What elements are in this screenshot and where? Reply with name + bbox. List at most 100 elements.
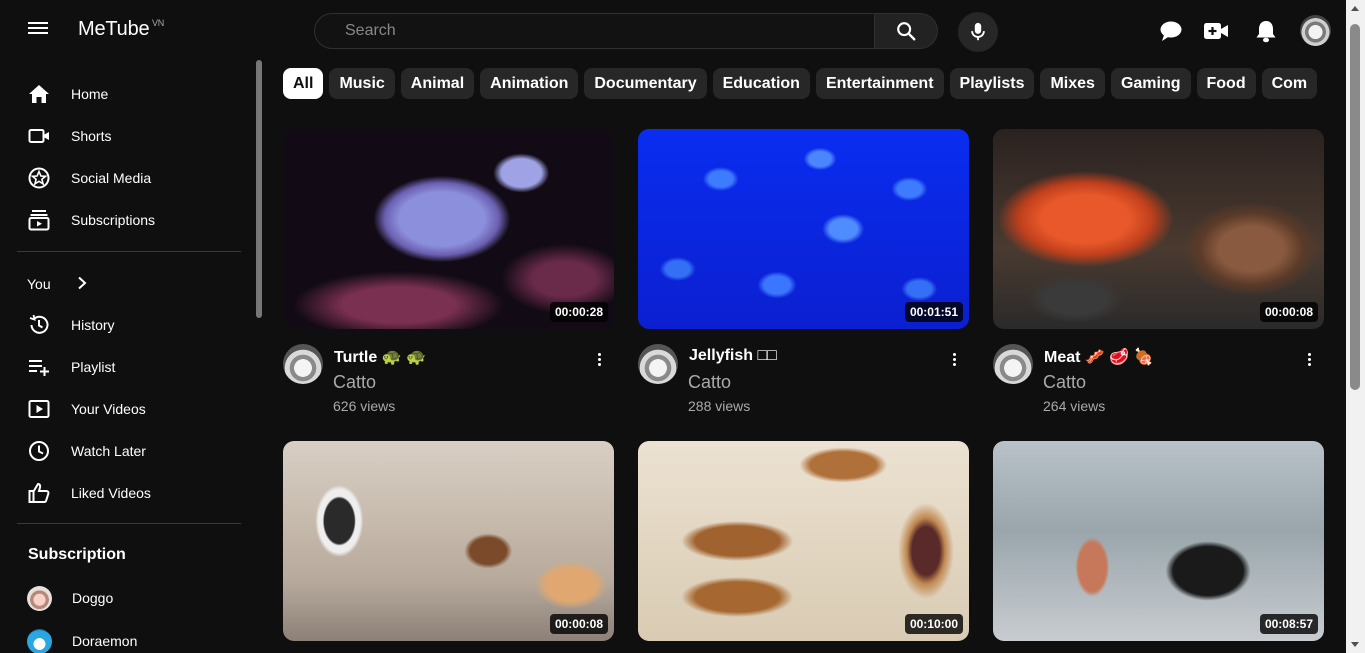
clock-icon bbox=[28, 440, 50, 462]
video-duration: 00:00:08 bbox=[549, 614, 608, 634]
chip-animation[interactable]: Animation bbox=[480, 68, 579, 99]
subscription-item-doraemon[interactable]: Doraemon bbox=[0, 621, 241, 653]
voice-search-button[interactable] bbox=[958, 12, 998, 52]
sidebar-item-history[interactable]: History bbox=[0, 304, 241, 346]
chat-icon bbox=[1160, 21, 1182, 41]
scroll-up-icon[interactable] bbox=[1351, 6, 1359, 11]
create-video-button[interactable] bbox=[1203, 18, 1229, 44]
app-logo[interactable]: MeTube VN bbox=[78, 18, 164, 41]
sidebar-item-social-media[interactable]: Social Media bbox=[0, 157, 241, 199]
playlist-add-icon bbox=[28, 356, 50, 378]
sidebar-item-shorts[interactable]: Shorts bbox=[0, 115, 241, 157]
sidebar-item-label: Home bbox=[71, 86, 109, 102]
category-chips: All Music Animal Animation Documentary Educat… bbox=[283, 68, 1346, 100]
chip-animal[interactable]: Animal bbox=[400, 68, 475, 99]
video-duration: 00:08:57 bbox=[1259, 614, 1318, 634]
video-duration: 00:01:51 bbox=[904, 302, 963, 322]
search-input[interactable] bbox=[314, 13, 875, 49]
channel-avatar[interactable] bbox=[638, 344, 678, 384]
chip-playlists[interactable]: Playlists bbox=[949, 68, 1035, 99]
channel-name[interactable]: Catto bbox=[333, 372, 376, 393]
channel-name[interactable]: Catto bbox=[1043, 372, 1086, 393]
channel-avatar[interactable] bbox=[283, 344, 323, 384]
video-card: 00:01:51 Jellyfish □□ Catto 288 views bbox=[638, 129, 969, 419]
sidebar-item-label: Subscriptions bbox=[71, 212, 156, 228]
video-thumbnail[interactable]: 00:10:00 bbox=[638, 441, 969, 641]
page-scrollbar[interactable] bbox=[1346, 0, 1365, 653]
sidebar-item-playlist[interactable]: Playlist bbox=[0, 346, 241, 388]
sidebar-item-home[interactable]: Home bbox=[0, 73, 241, 115]
sidebar-item-liked-videos[interactable]: Liked Videos bbox=[0, 472, 241, 514]
subscriptions-icon bbox=[28, 209, 50, 231]
more-options-icon[interactable] bbox=[947, 350, 961, 368]
subscription-label: Doggo bbox=[72, 590, 114, 606]
video-thumbnail[interactable]: 00:08:57 bbox=[993, 441, 1324, 641]
video-card: 00:00:08 bbox=[283, 441, 614, 641]
star-icon bbox=[28, 167, 50, 189]
history-icon bbox=[28, 314, 50, 336]
video-thumbnail[interactable]: 00:00:28 bbox=[283, 129, 614, 329]
home-icon bbox=[28, 83, 50, 105]
sidebar-you-section[interactable]: You bbox=[27, 274, 87, 294]
chip-education[interactable]: Education bbox=[712, 68, 810, 99]
sidebar-item-your-videos[interactable]: Your Videos bbox=[0, 388, 241, 430]
chip-entertainment[interactable]: Entertainment bbox=[815, 68, 944, 99]
chip-documentary[interactable]: Documentary bbox=[584, 68, 707, 99]
more-options-icon[interactable] bbox=[1302, 350, 1316, 368]
view-count: 626 views bbox=[333, 398, 396, 414]
search-bar bbox=[314, 13, 938, 49]
video-title[interactable]: Meat 🥓 🥩 🍖 bbox=[1044, 347, 1154, 367]
scrollbar-thumb[interactable] bbox=[1350, 24, 1360, 390]
sidebar-scrollbar[interactable] bbox=[256, 60, 262, 318]
sidebar-item-label: History bbox=[71, 317, 115, 333]
top-header: MeTube VN bbox=[0, 0, 1346, 60]
chip-all[interactable]: All bbox=[283, 68, 324, 99]
subscription-label: Doraemon bbox=[72, 633, 138, 649]
notifications-button[interactable] bbox=[1253, 18, 1279, 44]
video-thumbnail[interactable]: 00:00:08 bbox=[283, 441, 614, 641]
sidebar-item-watch-later[interactable]: Watch Later bbox=[0, 430, 241, 472]
video-title[interactable]: Turtle 🐢 🐢 bbox=[334, 347, 426, 367]
shorts-icon bbox=[28, 125, 50, 147]
channel-avatar bbox=[27, 585, 52, 611]
logo-superscript: VN bbox=[152, 18, 165, 28]
more-options-icon[interactable] bbox=[592, 350, 606, 368]
sidebar-item-label: Watch Later bbox=[71, 443, 146, 459]
chip-mixes[interactable]: Mixes bbox=[1040, 68, 1105, 99]
sidebar-item-label: Liked Videos bbox=[71, 485, 151, 501]
user-avatar[interactable] bbox=[1300, 15, 1331, 46]
menu-icon[interactable] bbox=[26, 19, 50, 43]
subscription-item-doggo[interactable]: Doggo bbox=[0, 578, 241, 618]
channel-avatar[interactable] bbox=[993, 344, 1033, 384]
sidebar-item-subscriptions[interactable]: Subscriptions bbox=[0, 199, 241, 241]
create-video-icon bbox=[1204, 23, 1228, 39]
video-card: 00:00:08 Meat 🥓 🥩 🍖 Catto 264 views bbox=[993, 129, 1324, 419]
video-title[interactable]: Jellyfish □□ bbox=[689, 347, 777, 365]
video-card: 00:08:57 bbox=[993, 441, 1324, 641]
chip-music[interactable]: Music bbox=[329, 68, 395, 99]
sidebar-item-label: Shorts bbox=[71, 128, 112, 144]
chip-gaming[interactable]: Gaming bbox=[1110, 68, 1191, 99]
video-duration: 00:10:00 bbox=[904, 614, 963, 634]
sidebar-item-label: Social Media bbox=[71, 170, 152, 186]
search-icon bbox=[897, 22, 916, 41]
chevron-right-icon bbox=[77, 276, 87, 295]
bell-icon bbox=[1256, 21, 1276, 43]
video-thumbnail[interactable]: 00:01:51 bbox=[638, 129, 969, 329]
chat-button[interactable] bbox=[1158, 18, 1184, 44]
search-button[interactable] bbox=[875, 13, 938, 49]
logo-text: MeTube bbox=[78, 18, 150, 40]
chip-com[interactable]: Com bbox=[1261, 68, 1318, 99]
video-card: 00:10:00 bbox=[638, 441, 969, 641]
scroll-down-icon[interactable] bbox=[1351, 642, 1359, 647]
sidebar-item-label: Playlist bbox=[71, 359, 116, 375]
sidebar-item-label: Your Videos bbox=[71, 401, 146, 417]
chip-food[interactable]: Food bbox=[1196, 68, 1256, 99]
sidebar: Home Shorts Social Media Subscriptions Y… bbox=[0, 60, 258, 653]
you-label: You bbox=[27, 276, 51, 292]
video-duration: 00:00:08 bbox=[1259, 302, 1318, 322]
video-thumbnail[interactable]: 00:00:08 bbox=[993, 129, 1324, 329]
mic-icon bbox=[971, 22, 985, 41]
channel-name[interactable]: Catto bbox=[688, 372, 731, 393]
sidebar-divider bbox=[17, 523, 241, 524]
